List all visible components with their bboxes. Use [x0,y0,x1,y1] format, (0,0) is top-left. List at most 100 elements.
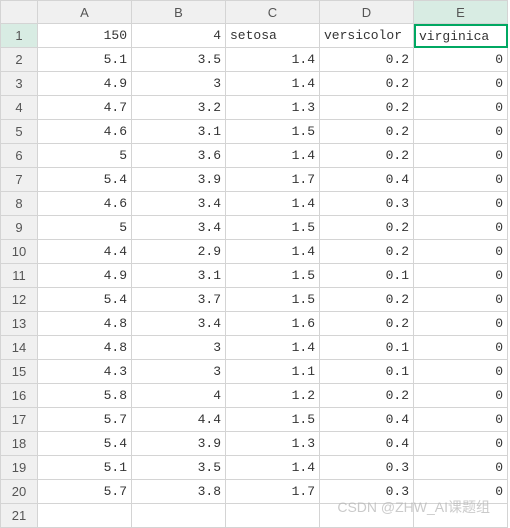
cell-E9[interactable]: 0 [414,216,508,240]
cell-B13[interactable]: 3.4 [132,312,226,336]
row-header[interactable]: 10 [0,240,38,264]
cell-A11[interactable]: 4.9 [38,264,132,288]
cell-C20[interactable]: 1.7 [226,480,320,504]
col-header-A[interactable]: A [38,0,132,24]
cell-C5[interactable]: 1.5 [226,120,320,144]
cell-C1[interactable]: setosa [226,24,320,48]
cell-D2[interactable]: 0.2 [320,48,414,72]
cell-A7[interactable]: 5.4 [38,168,132,192]
row-header[interactable]: 2 [0,48,38,72]
cell-B8[interactable]: 3.4 [132,192,226,216]
cell-D7[interactable]: 0.4 [320,168,414,192]
cell-D19[interactable]: 0.3 [320,456,414,480]
row-header[interactable]: 14 [0,336,38,360]
cell-B1[interactable]: 4 [132,24,226,48]
cell-C6[interactable]: 1.4 [226,144,320,168]
cell-B5[interactable]: 3.1 [132,120,226,144]
cell-E12[interactable]: 0 [414,288,508,312]
cell-B12[interactable]: 3.7 [132,288,226,312]
cell-A1[interactable]: 150 [38,24,132,48]
cell-B10[interactable]: 2.9 [132,240,226,264]
cell-D5[interactable]: 0.2 [320,120,414,144]
cell-E19[interactable]: 0 [414,456,508,480]
cell-E6[interactable]: 0 [414,144,508,168]
cell-C9[interactable]: 1.5 [226,216,320,240]
cell-E20[interactable]: 0 [414,480,508,504]
col-header-B[interactable]: B [132,0,226,24]
cell-D6[interactable]: 0.2 [320,144,414,168]
cell-A3[interactable]: 4.9 [38,72,132,96]
cell-B16[interactable]: 4 [132,384,226,408]
cell-E15[interactable]: 0 [414,360,508,384]
cell-B7[interactable]: 3.9 [132,168,226,192]
row-header[interactable]: 19 [0,456,38,480]
cell-E4[interactable]: 0 [414,96,508,120]
row-header[interactable]: 3 [0,72,38,96]
cell-A17[interactable]: 5.7 [38,408,132,432]
cell-B4[interactable]: 3.2 [132,96,226,120]
cell-E13[interactable]: 0 [414,312,508,336]
col-header-C[interactable]: C [226,0,320,24]
cell-D20[interactable]: 0.3 [320,480,414,504]
cell-D15[interactable]: 0.1 [320,360,414,384]
cell-C18[interactable]: 1.3 [226,432,320,456]
cell-D17[interactable]: 0.4 [320,408,414,432]
cell-B11[interactable]: 3.1 [132,264,226,288]
row-header[interactable]: 16 [0,384,38,408]
cell-C3[interactable]: 1.4 [226,72,320,96]
cell-A15[interactable]: 4.3 [38,360,132,384]
cell-E8[interactable]: 0 [414,192,508,216]
cell-A18[interactable]: 5.4 [38,432,132,456]
row-header[interactable]: 12 [0,288,38,312]
row-header[interactable]: 17 [0,408,38,432]
cell-E1[interactable]: virginica [414,24,508,48]
row-header[interactable]: 21 [0,504,38,528]
cell-E11[interactable]: 0 [414,264,508,288]
cell-D12[interactable]: 0.2 [320,288,414,312]
cell-E21[interactable] [414,504,508,528]
cell-D9[interactable]: 0.2 [320,216,414,240]
cell-E2[interactable]: 0 [414,48,508,72]
cell-B15[interactable]: 3 [132,360,226,384]
cell-D3[interactable]: 0.2 [320,72,414,96]
cell-B20[interactable]: 3.8 [132,480,226,504]
row-header[interactable]: 18 [0,432,38,456]
cell-E7[interactable]: 0 [414,168,508,192]
cell-B19[interactable]: 3.5 [132,456,226,480]
cell-A4[interactable]: 4.7 [38,96,132,120]
cell-A5[interactable]: 4.6 [38,120,132,144]
cell-A19[interactable]: 5.1 [38,456,132,480]
cell-D10[interactable]: 0.2 [320,240,414,264]
cell-C13[interactable]: 1.6 [226,312,320,336]
cell-C17[interactable]: 1.5 [226,408,320,432]
cell-B14[interactable]: 3 [132,336,226,360]
cell-A21[interactable] [38,504,132,528]
row-header[interactable]: 4 [0,96,38,120]
cell-B2[interactable]: 3.5 [132,48,226,72]
cell-A13[interactable]: 4.8 [38,312,132,336]
row-header[interactable]: 7 [0,168,38,192]
row-header[interactable]: 5 [0,120,38,144]
cell-D14[interactable]: 0.1 [320,336,414,360]
cell-C11[interactable]: 1.5 [226,264,320,288]
cell-D16[interactable]: 0.2 [320,384,414,408]
col-header-E[interactable]: E [414,0,508,24]
cell-C8[interactable]: 1.4 [226,192,320,216]
cell-C15[interactable]: 1.1 [226,360,320,384]
cell-C10[interactable]: 1.4 [226,240,320,264]
corner-cell[interactable] [0,0,38,24]
cell-C4[interactable]: 1.3 [226,96,320,120]
cell-E3[interactable]: 0 [414,72,508,96]
cell-D13[interactable]: 0.2 [320,312,414,336]
cell-B6[interactable]: 3.6 [132,144,226,168]
cell-D1[interactable]: versicolor [320,24,414,48]
cell-B18[interactable]: 3.9 [132,432,226,456]
cell-C19[interactable]: 1.4 [226,456,320,480]
cell-D8[interactable]: 0.3 [320,192,414,216]
cell-C21[interactable] [226,504,320,528]
spreadsheet-grid[interactable]: ABCDE11504setosaversicolorvirginica25.13… [0,0,510,528]
cell-A20[interactable]: 5.7 [38,480,132,504]
cell-C14[interactable]: 1.4 [226,336,320,360]
row-header[interactable]: 11 [0,264,38,288]
cell-E18[interactable]: 0 [414,432,508,456]
